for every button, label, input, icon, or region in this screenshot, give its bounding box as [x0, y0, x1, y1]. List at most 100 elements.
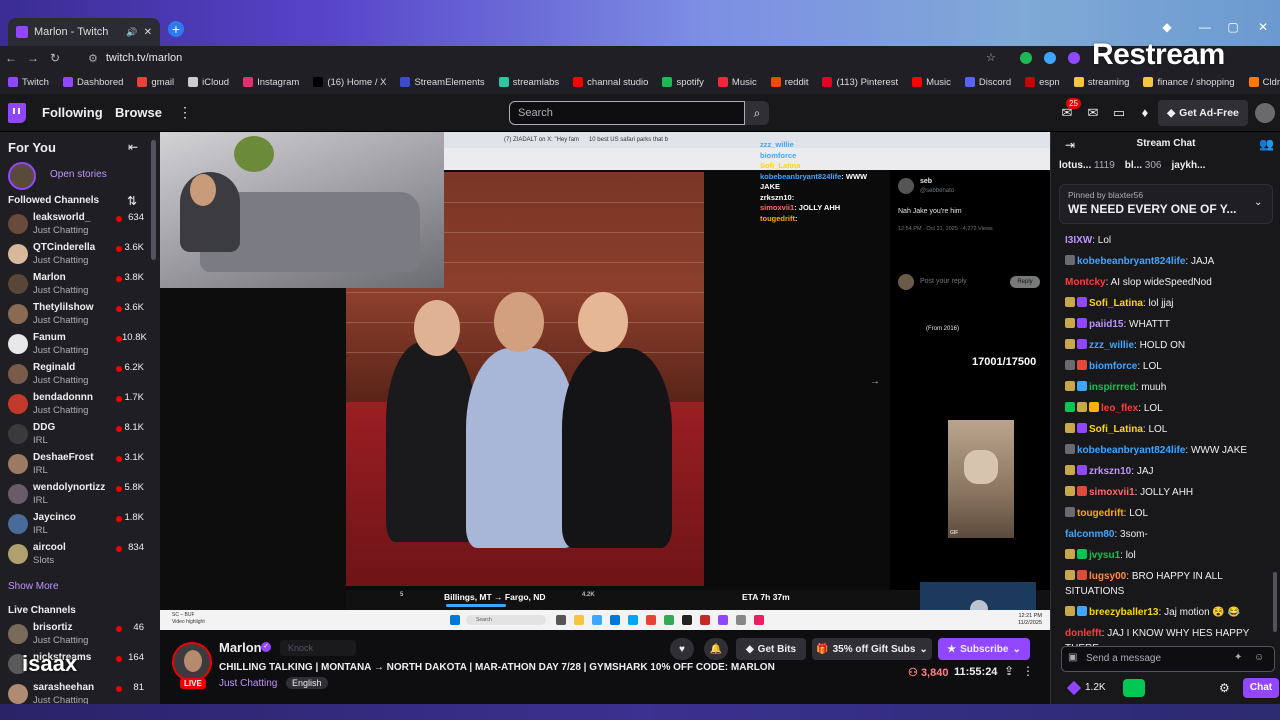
extension-icon-1[interactable] [1020, 52, 1032, 64]
magic-wand-icon[interactable]: ✦ [1234, 652, 1242, 663]
tab-audio-icon[interactable]: 🔊 [126, 27, 137, 38]
chat-username[interactable]: leo_flex [1101, 403, 1138, 414]
chat-badge-icon[interactable] [1089, 402, 1099, 412]
chat-message[interactable]: inspirrred: muuh [1051, 377, 1277, 398]
stories-avatar[interactable] [8, 162, 36, 190]
bookmark-item[interactable]: channal studio [573, 77, 648, 88]
chat-username[interactable]: jvysu1 [1089, 550, 1120, 561]
chat-message[interactable]: zzz_willie: HOLD ON [1051, 335, 1277, 356]
bookmark-star-icon[interactable]: ☆ [986, 51, 996, 64]
collapse-sidebar-icon[interactable]: ⇤ [128, 140, 138, 154]
bookmark-item[interactable]: streamlabs [498, 77, 559, 88]
sidebar-channel-aircool[interactable]: aircool Slots 834 [0, 540, 150, 570]
chat-message[interactable]: leo_flex: LOL [1051, 398, 1277, 419]
top-gifter[interactable]: jaykh... [1171, 160, 1205, 178]
category-link[interactable]: Just Chatting [219, 678, 277, 689]
bookmark-item[interactable]: finance / shopping [1143, 77, 1235, 88]
sidebar-channel-leaksworld_[interactable]: leaksworld_ Just Chatting 634 [0, 210, 150, 240]
chat-badge-icon[interactable] [1077, 549, 1087, 559]
bookmark-item[interactable]: reddit [770, 77, 808, 88]
forward-icon[interactable]: → [22, 51, 44, 65]
chat-badge-icon[interactable] [1077, 606, 1087, 616]
sidebar-scrollbar[interactable] [151, 140, 156, 260]
chat-message[interactable]: simoxvii1: JOLLY AHH [1051, 482, 1277, 503]
chat-username[interactable]: paiid15 [1089, 319, 1123, 330]
search-input[interactable]: Search [509, 101, 745, 125]
close-window-button[interactable]: ✕ [1254, 20, 1272, 34]
share-icon[interactable]: ⇪ [1004, 664, 1014, 678]
chat-username[interactable]: donlefft [1065, 628, 1102, 639]
sidebar-channel-reginald[interactable]: Reginald Just Chatting 6.2K [0, 360, 150, 390]
sidebar-channel-bendadonnn[interactable]: bendadonnn Just Chatting 1.7K [0, 390, 150, 420]
whispers-icon[interactable]: ▭ [1110, 104, 1128, 122]
chat-username[interactable]: biomforce [1089, 361, 1137, 372]
show-more-link[interactable]: Show More [8, 581, 59, 592]
site-info-icon[interactable]: ⚙ [88, 52, 98, 65]
bookmark-item[interactable]: StreamElements [400, 77, 485, 88]
follow-heart-button[interactable]: ♥ [670, 638, 694, 660]
url-field[interactable]: ⚙ twitch.tv/marlon [80, 48, 1000, 68]
sidebar-channel-fanum[interactable]: Fanum Just Chatting 10.8K [0, 330, 150, 360]
chat-message[interactable]: jvysu1: lol [1051, 545, 1277, 566]
chevron-down-icon[interactable]: ⌄ [1254, 197, 1262, 208]
chat-badge-icon[interactable] [1065, 318, 1075, 328]
get-ad-free-button[interactable]: ◆ Get Ad-Free [1158, 100, 1248, 126]
reload-icon[interactable]: ↻ [44, 51, 66, 65]
chat-username[interactable]: zrkszn10 [1089, 466, 1131, 477]
bookmark-item[interactable]: Dashbored [62, 77, 123, 88]
chat-username[interactable]: zzz_willie [1089, 340, 1134, 351]
chat-badge-icon[interactable] [1077, 381, 1087, 391]
browse-link[interactable]: Browse [115, 105, 162, 120]
sidebar-channel-sarasheehan[interactable]: sarasheehan Just Chatting 81 [0, 680, 150, 704]
maximize-button[interactable]: ▢ [1224, 20, 1242, 34]
bookmark-item[interactable]: streaming [1073, 77, 1129, 88]
subscribe-button[interactable]: ★ Subscribe ⌄ [938, 638, 1030, 660]
chat-username[interactable]: lugsy00 [1089, 571, 1126, 582]
sidebar-channel-marlon[interactable]: Marlon Just Chatting 3.8K [0, 270, 150, 300]
tab-close-icon[interactable]: ✕ [144, 27, 152, 38]
pinned-message[interactable]: Pinned by blaxter56 WE NEED EVERY ONE OF… [1059, 184, 1273, 224]
chat-badge-icon[interactable] [1065, 486, 1075, 496]
sidebar-channel-wendolynortizz[interactable]: wendolynortizz IRL 5.8K [0, 480, 150, 510]
chat-badge-icon[interactable] [1065, 423, 1075, 433]
chat-username[interactable]: falconm80 [1065, 529, 1114, 540]
chat-username[interactable]: kobebeanbryant824life [1077, 445, 1185, 456]
chat-message[interactable]: paiid15: WHATTT [1051, 314, 1277, 335]
chat-message[interactable]: falconm80: 3som- [1051, 524, 1277, 545]
collapse-chat-icon[interactable]: ⇥ [1065, 138, 1075, 152]
search-button[interactable]: ⌕ [745, 101, 769, 125]
chat-badge-icon[interactable] [1065, 297, 1075, 307]
chat-badge-icon[interactable] [1065, 606, 1075, 616]
chat-message[interactable]: kobebeanbryant824life: WWW JAKE [1051, 440, 1277, 461]
chat-badge-icon[interactable] [1077, 486, 1087, 496]
bookmark-item[interactable]: iCloud [188, 77, 229, 88]
chat-username[interactable]: inspirrred [1089, 382, 1136, 393]
chat-username[interactable]: Montcky [1065, 277, 1106, 288]
chat-message[interactable]: I3IXW: Lol [1051, 230, 1277, 251]
channel-points-button[interactable] [1123, 679, 1145, 697]
streamer-avatar[interactable] [172, 642, 212, 682]
chat-input[interactable]: ▣ Send a message ✦ ☺ [1061, 646, 1275, 672]
chat-badge-icon[interactable] [1077, 423, 1087, 433]
emote-icon[interactable]: ☺ [1254, 652, 1264, 663]
streamer-name[interactable]: Marlon [219, 640, 262, 655]
chat-message[interactable]: Sofi_Latina: LOL [1051, 419, 1277, 440]
chat-message[interactable]: breezyballer13: Jaj motion 😵 😂 [1051, 602, 1277, 623]
more-menu-icon[interactable]: ⋮ [178, 104, 192, 121]
sort-icon[interactable]: ⇅ [127, 194, 137, 208]
bookmark-item[interactable]: Cldropshipping [1248, 77, 1280, 88]
chat-badge-icon[interactable] [1065, 507, 1075, 517]
prime-crown-icon[interactable]: ♦ [1136, 104, 1154, 122]
gift-subs-button[interactable]: 🎁 35% off Gift Subs ⌄ [812, 638, 932, 660]
more-options-icon[interactable]: ⋮ [1022, 664, 1034, 678]
top-gifter[interactable]: lotus... 1119 [1059, 160, 1115, 178]
bookmark-item[interactable]: Twitch [8, 77, 49, 88]
minimize-button[interactable]: — [1196, 20, 1214, 34]
chat-message[interactable]: zrkszn10: JAJ [1051, 461, 1277, 482]
chat-badge-icon[interactable] [1065, 465, 1075, 475]
sidebar-channel-thetylilshow[interactable]: Thetylilshow Just Chatting 3.6K [0, 300, 150, 330]
chat-badge-icon[interactable] [1077, 360, 1087, 370]
bookmark-item[interactable]: spotify [662, 77, 704, 88]
twitch-logo-icon[interactable] [8, 103, 26, 123]
chat-scrollbar[interactable] [1273, 572, 1277, 632]
